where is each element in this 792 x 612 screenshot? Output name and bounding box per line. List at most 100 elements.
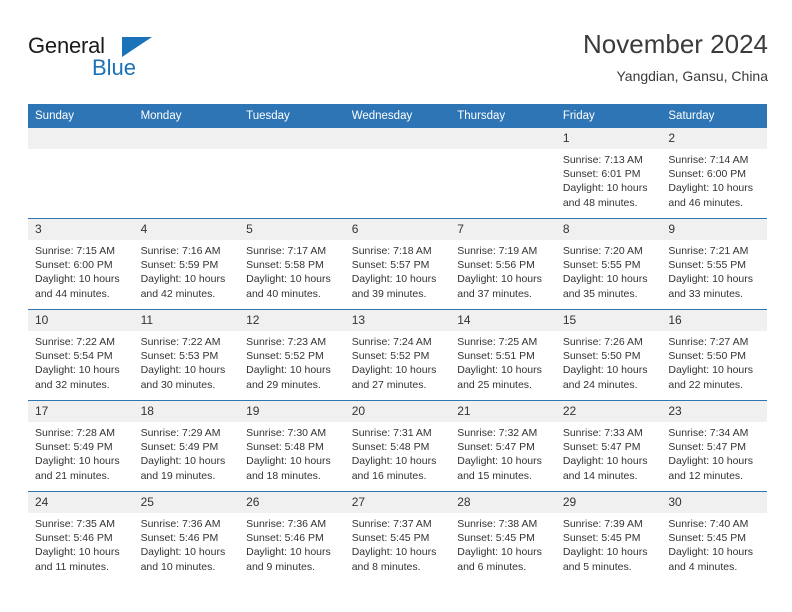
sunset-text: Sunset: 6:01 PM: [562, 168, 641, 181]
day-number: 11: [133, 310, 240, 331]
logo-text-blue: Blue: [92, 55, 137, 80]
day-details: Sunrise: 7:31 AM Sunset: 5:48 PM Daylight:…: [345, 422, 451, 483]
sunrise-text: Sunrise: 7:17 AM: [246, 245, 327, 257]
day-number: 28: [450, 492, 556, 513]
daylight-text: Daylight: 10 hours and 5 minutes.: [562, 546, 648, 573]
calendar-day-cell[interactable]: 22 Sunrise: 7:33 AM Sunset: 5:47 PM Dayligh…: [555, 400, 662, 492]
calendar-day-cell[interactable]: 10 Sunrise: 7:22 AM Sunset: 5:54 PM Dayligh…: [28, 309, 134, 401]
calendar-day-cell[interactable]: 28 Sunrise: 7:38 AM Sunset: 5:45 PM Dayligh…: [450, 491, 556, 582]
calendar-page: General Blue November 2024 Yangdian, Gan…: [0, 0, 792, 612]
sunset-text: Sunset: 5:45 PM: [457, 532, 535, 545]
sunset-text: Sunset: 5:47 PM: [562, 441, 641, 454]
daylight-text: Daylight: 10 hours and 25 minutes.: [457, 364, 542, 391]
calendar-day-cell[interactable]: 4 Sunrise: 7:16 AM Sunset: 5:59 PM Daylight…: [133, 218, 240, 310]
daylight-text: Daylight: 10 hours and 11 minutes.: [35, 546, 120, 573]
day-details: Sunrise: 7:15 AM Sunset: 6:00 PM Daylight:…: [28, 240, 134, 301]
calendar-day-cell[interactable]: 20 Sunrise: 7:31 AM Sunset: 5:48 PM Dayligh…: [344, 400, 451, 492]
calendar-day-cell[interactable]: 11 Sunrise: 7:22 AM Sunset: 5:53 PM Dayligh…: [133, 309, 240, 401]
sunrise-text: Sunrise: 7:25 AM: [457, 336, 538, 348]
day-details: Sunrise: 7:30 AM Sunset: 5:48 PM Daylight:…: [239, 422, 345, 483]
calendar-day-cell[interactable]: 5 Sunrise: 7:17 AM Sunset: 5:58 PM Daylight…: [239, 218, 345, 310]
daylight-text: Daylight: 10 hours and 40 minutes.: [246, 273, 331, 300]
calendar-day-cell[interactable]: 12 Sunrise: 7:23 AM Sunset: 5:52 PM Dayligh…: [239, 309, 345, 401]
sunrise-text: Sunrise: 7:23 AM: [246, 336, 327, 348]
calendar-day-cell[interactable]: 18 Sunrise: 7:29 AM Sunset: 5:49 PM Dayligh…: [133, 400, 240, 492]
calendar-day-cell[interactable]: 3 Sunrise: 7:15 AM Sunset: 6:00 PM Daylight…: [28, 218, 134, 310]
calendar-week-row: 1 Sunrise: 7:13 AM Sunset: 6:01 PM Daylight…: [28, 128, 767, 219]
calendar-day-cell[interactable]: 17 Sunrise: 7:28 AM Sunset: 5:49 PM Dayligh…: [28, 400, 134, 492]
daylight-text: Daylight: 10 hours and 8 minutes.: [351, 546, 437, 573]
daylight-text: Daylight: 10 hours and 19 minutes.: [140, 455, 226, 482]
calendar-day-cell[interactable]: 23 Sunrise: 7:34 AM Sunset: 5:47 PM Dayligh…: [661, 400, 767, 492]
calendar-week-row: 24 Sunrise: 7:35 AM Sunset: 5:46 PM Dayligh…: [28, 491, 767, 582]
daylight-text: Daylight: 10 hours and 46 minutes.: [668, 182, 754, 209]
calendar-day-cell[interactable]: 7 Sunrise: 7:19 AM Sunset: 5:56 PM Daylight…: [450, 218, 556, 310]
calendar-day-cell[interactable]: 14 Sunrise: 7:25 AM Sunset: 5:51 PM Dayligh…: [450, 309, 556, 401]
calendar-day-cell[interactable]: 1 Sunrise: 7:13 AM Sunset: 6:01 PM Daylight…: [555, 128, 662, 219]
day-number: 3: [28, 219, 134, 240]
sunrise-text: Sunrise: 7:35 AM: [35, 518, 115, 530]
day-details: Sunrise: 7:24 AM Sunset: 5:52 PM Daylight:…: [345, 331, 451, 392]
calendar-day-cell[interactable]: 13 Sunrise: 7:24 AM Sunset: 5:52 PM Dayligh…: [344, 309, 451, 401]
generalblue-logo: General Blue: [28, 34, 168, 84]
calendar-day-cell-empty: [239, 128, 345, 219]
sunset-text: Sunset: 5:46 PM: [140, 532, 219, 545]
calendar-day-cell[interactable]: 26 Sunrise: 7:36 AM Sunset: 5:46 PM Dayligh…: [239, 491, 345, 582]
sunrise-text: Sunrise: 7:14 AM: [668, 154, 749, 166]
day-details: Sunrise: 7:29 AM Sunset: 5:49 PM Daylight:…: [134, 422, 240, 483]
day-details: Sunrise: 7:22 AM Sunset: 5:53 PM Daylight:…: [134, 331, 240, 392]
daylight-text: Daylight: 10 hours and 22 minutes.: [668, 364, 754, 391]
daylight-text: Daylight: 10 hours and 12 minutes.: [668, 455, 754, 482]
calendar-day-cell[interactable]: 15 Sunrise: 7:26 AM Sunset: 5:50 PM Dayligh…: [555, 309, 662, 401]
sunset-text: Sunset: 5:58 PM: [246, 259, 324, 272]
location-subtitle: Yangdian, Gansu, China: [616, 68, 768, 84]
calendar-day-cell[interactable]: 6 Sunrise: 7:18 AM Sunset: 5:57 PM Daylight…: [344, 218, 451, 310]
calendar-day-cell[interactable]: 24 Sunrise: 7:35 AM Sunset: 5:46 PM Dayligh…: [28, 491, 134, 582]
sunrise-text: Sunrise: 7:16 AM: [140, 245, 221, 257]
calendar-day-cell[interactable]: 29 Sunrise: 7:39 AM Sunset: 5:45 PM Dayligh…: [555, 491, 662, 582]
weekday-header-thursday: Thursday: [450, 104, 556, 128]
sunrise-text: Sunrise: 7:18 AM: [351, 245, 432, 257]
calendar-day-cell[interactable]: 25 Sunrise: 7:36 AM Sunset: 5:46 PM Dayligh…: [133, 491, 240, 582]
daylight-text: Daylight: 10 hours and 35 minutes.: [562, 273, 648, 300]
sunrise-text: Sunrise: 7:38 AM: [457, 518, 538, 530]
daylight-text: Daylight: 10 hours and 42 minutes.: [140, 273, 226, 300]
day-details: Sunrise: 7:19 AM Sunset: 5:56 PM Daylight:…: [450, 240, 556, 301]
day-number: 22: [555, 401, 662, 422]
calendar-table: Sunday Monday Tuesday Wednesday Thursday Frid…: [28, 104, 767, 582]
day-number: 29: [555, 492, 662, 513]
sunset-text: Sunset: 5:56 PM: [457, 259, 535, 272]
day-number: 1: [555, 128, 662, 149]
day-details: Sunrise: 7:33 AM Sunset: 5:47 PM Daylight:…: [556, 422, 662, 483]
day-number: 30: [661, 492, 767, 513]
calendar-container: Sunday Monday Tuesday Wednesday Thursday Frid…: [28, 104, 767, 582]
day-details: Sunrise: 7:40 AM Sunset: 5:45 PM Daylight:…: [661, 513, 767, 574]
calendar-day-cell[interactable]: 16 Sunrise: 7:27 AM Sunset: 5:50 PM Dayligh…: [661, 309, 767, 401]
sunrise-text: Sunrise: 7:29 AM: [140, 427, 221, 439]
sunset-text: Sunset: 5:45 PM: [351, 532, 430, 545]
daylight-text: Daylight: 10 hours and 10 minutes.: [140, 546, 226, 573]
daylight-text: Daylight: 10 hours and 32 minutes.: [35, 364, 120, 391]
daylight-text: Daylight: 10 hours and 9 minutes.: [246, 546, 331, 573]
calendar-week-row: 3 Sunrise: 7:15 AM Sunset: 6:00 PM Daylight…: [28, 218, 767, 310]
day-number: 4: [133, 219, 240, 240]
sunrise-text: Sunrise: 7:28 AM: [35, 427, 115, 439]
calendar-day-cell[interactable]: 9 Sunrise: 7:21 AM Sunset: 5:55 PM Daylight…: [661, 218, 767, 310]
sunset-text: Sunset: 5:51 PM: [457, 350, 535, 363]
day-number: [344, 128, 451, 149]
calendar-day-cell[interactable]: 30 Sunrise: 7:40 AM Sunset: 5:45 PM Dayligh…: [661, 491, 767, 582]
page-title: November 2024: [583, 29, 768, 59]
sunrise-text: Sunrise: 7:22 AM: [35, 336, 115, 348]
day-number: 20: [344, 401, 451, 422]
daylight-text: Daylight: 10 hours and 16 minutes.: [351, 455, 437, 482]
day-number: [133, 128, 240, 149]
day-number: 16: [661, 310, 767, 331]
sunset-text: Sunset: 5:52 PM: [246, 350, 324, 363]
calendar-day-cell[interactable]: 8 Sunrise: 7:20 AM Sunset: 5:55 PM Daylight…: [555, 218, 662, 310]
calendar-day-cell[interactable]: 2 Sunrise: 7:14 AM Sunset: 6:00 PM Daylight…: [661, 128, 767, 219]
calendar-day-cell[interactable]: 27 Sunrise: 7:37 AM Sunset: 5:45 PM Dayligh…: [344, 491, 451, 582]
day-number: [28, 128, 134, 149]
daylight-text: Daylight: 10 hours and 33 minutes.: [668, 273, 754, 300]
calendar-day-cell[interactable]: 19 Sunrise: 7:30 AM Sunset: 5:48 PM Dayligh…: [239, 400, 345, 492]
calendar-day-cell[interactable]: 21 Sunrise: 7:32 AM Sunset: 5:47 PM Dayligh…: [450, 400, 556, 492]
